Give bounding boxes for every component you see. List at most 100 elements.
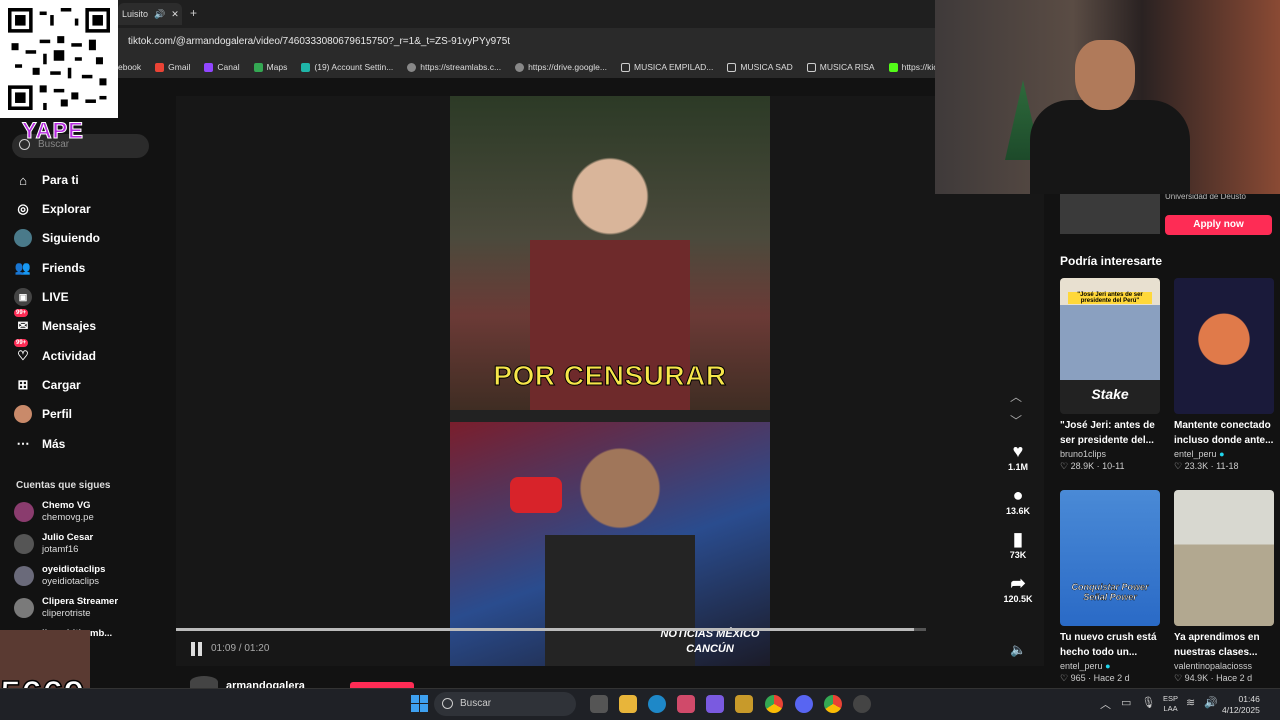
home-icon: ⌂ (19, 172, 27, 188)
tray-chevron-icon: ︿ (1100, 699, 1111, 711)
qr-code-icon (8, 8, 110, 110)
pause-icon[interactable] (191, 642, 203, 656)
nav-cargar[interactable]: ⊞ Cargar (14, 376, 81, 394)
network-icon: ▭ (1121, 697, 1132, 709)
bookmark-item[interactable]: Maps (253, 62, 287, 72)
windows-taskbar (0, 688, 1280, 720)
input-language[interactable]: ESP LAA (1163, 694, 1178, 714)
avatar (14, 566, 34, 586)
following-account[interactable]: Clipera Streamer cliperotriste (14, 596, 118, 620)
playback-time: 01:09 / 01:20 (211, 643, 270, 654)
chevron-down-icon[interactable]: ﹀ (1010, 412, 1022, 429)
heart-outline-icon: ♡ (1060, 461, 1071, 471)
nav-mensajes[interactable]: ✉ 99+ Mensajes (14, 309, 96, 335)
heart-icon: ♥ (1012, 441, 1024, 461)
copilot-icon[interactable] (706, 695, 724, 713)
bookmark-item[interactable]: Gmail (155, 62, 190, 72)
video-caption: POR CENSURAR (493, 360, 727, 392)
comment-button[interactable]: ● 13.6K (1000, 484, 1036, 516)
bookmark-item[interactable]: (19) Account Settin... (301, 62, 393, 72)
more-icon: ⋯ (16, 436, 30, 451)
nav-siguiendo[interactable]: Siguiendo (14, 229, 100, 247)
chevron-up-icon[interactable]: ︿ (1010, 388, 1022, 405)
nav-friends[interactable]: 👥 Friends (14, 259, 85, 277)
taskbar-search[interactable]: Buscar (434, 692, 576, 716)
avatar (14, 502, 34, 522)
bookmarks-bar: ebook Gmail Canal Maps (19) Account Sett… (0, 56, 940, 78)
avatar (14, 598, 34, 618)
tab-title: Luisito (122, 9, 149, 19)
share-button[interactable]: ➦ 120.5K (1000, 572, 1036, 604)
bookmark-icon: ▮ (1013, 529, 1023, 549)
video-thumbnail (1174, 278, 1274, 414)
tab-audio-icon[interactable]: 🔊 (154, 9, 165, 20)
video-thumbnail: "José Jeri antes de ser presidente del P… (1060, 278, 1160, 414)
video-card[interactable]: "José Jeri antes de ser presidente del P… (1060, 278, 1162, 472)
nav-explorar[interactable]: ◎ Explorar (14, 200, 90, 218)
profile-icon (14, 405, 32, 423)
save-button[interactable]: ▮ 73K (1000, 528, 1036, 560)
url-text[interactable]: tiktok.com/@armandogalera/video/74603330… (128, 36, 510, 47)
wifi-icon[interactable]: ≋ (1186, 696, 1195, 709)
author-avatar[interactable] (190, 676, 218, 688)
following-icon (14, 229, 32, 247)
like-button[interactable]: ♥ 1.1M (1000, 440, 1036, 472)
following-account[interactable]: Chemo VG chemovg.pe (14, 500, 94, 524)
bookmark-item[interactable]: https://drive.google... (515, 62, 607, 72)
ad-thumbnail[interactable] (1060, 194, 1160, 234)
video-card[interactable]: Ya aprendimos en nuestras clases... vale… (1174, 490, 1276, 684)
messages-badge: 99+ (14, 309, 29, 317)
discord-icon[interactable] (795, 695, 813, 713)
verified-icon: ● (1105, 661, 1111, 671)
app-icon[interactable] (677, 695, 695, 713)
following-account[interactable]: oyeidiotaclips oyeidiotaclips (14, 564, 105, 588)
task-view-icon[interactable] (590, 695, 608, 713)
nav-actividad[interactable]: ♡ 99+ Actividad (14, 339, 96, 365)
share-icon: ➦ (1010, 573, 1026, 593)
progress-fill[interactable] (176, 628, 914, 631)
game-icon[interactable] (735, 695, 753, 713)
chrome-active-icon[interactable] (824, 695, 842, 713)
search-icon (442, 698, 453, 709)
activity-icon: ♡ 99+ (14, 339, 29, 363)
video-watermark: NOTICIAS MÉXICO CANCÚN (660, 628, 760, 655)
browser-tab[interactable]: Luisito 🔊 ✕ (118, 3, 182, 25)
messages-icon: ✉ 99+ (14, 309, 29, 333)
compass-icon: ◎ (17, 201, 29, 216)
verified-icon: ● (1219, 449, 1225, 459)
upload-icon: ⊞ (17, 377, 29, 392)
bookmark-item[interactable]: ebook (118, 62, 141, 72)
following-account[interactable]: Julio Cesar jotamf16 (14, 532, 93, 556)
tab-close-icon[interactable]: ✕ (171, 9, 179, 20)
video-thumbnail: Conquistar Power Señal Power (1060, 490, 1160, 626)
nav-para-ti[interactable]: ⌂ Para ti (14, 171, 79, 189)
nav-perfil[interactable]: Perfil (14, 405, 72, 423)
speaker-icon[interactable]: 🔊 (1204, 696, 1218, 709)
system-tray[interactable]: ︿ ▭ 🎙 (1100, 696, 1155, 712)
bookmark-folder[interactable]: MUSICA RISA (806, 62, 875, 72)
new-tab-button[interactable]: + (190, 6, 197, 20)
recommendations-title: Podría interesarte (1060, 254, 1163, 268)
edge-icon[interactable] (648, 695, 666, 713)
video-card[interactable]: Conquistar Power Señal Power Tu nuevo cr… (1060, 490, 1162, 684)
volume-icon[interactable]: 🔈 (1010, 642, 1026, 658)
obs-icon[interactable] (853, 695, 871, 713)
bookmark-folder[interactable]: MUSICA SAD (727, 62, 793, 72)
bookmark-item[interactable]: Canal (204, 62, 240, 72)
video-card[interactable]: Mantente conectado incluso donde ante...… (1174, 278, 1276, 472)
nav-mas[interactable]: ⋯ Más (14, 435, 66, 453)
chrome-icon[interactable] (765, 695, 783, 713)
avatar (14, 534, 34, 554)
apply-now-button[interactable]: Apply now (1165, 215, 1272, 235)
bookmark-item[interactable]: https://kick.com/je (888, 62, 940, 72)
windows-start-icon[interactable] (411, 695, 428, 712)
nav-live[interactable]: ▣ LIVE (14, 288, 69, 306)
comment-icon: ● (1012, 485, 1024, 505)
yape-logo: YAPE (22, 118, 84, 144)
taskbar-clock[interactable]: 01:46 4/12/2025 (1222, 694, 1260, 716)
webcam-overlay (935, 0, 1280, 194)
bookmark-item[interactable]: https://streamlabs.c... (407, 62, 501, 72)
bookmark-folder[interactable]: MUSICA EMPILAD... (621, 62, 713, 72)
qr-code (0, 0, 118, 118)
file-explorer-icon[interactable] (619, 695, 637, 713)
